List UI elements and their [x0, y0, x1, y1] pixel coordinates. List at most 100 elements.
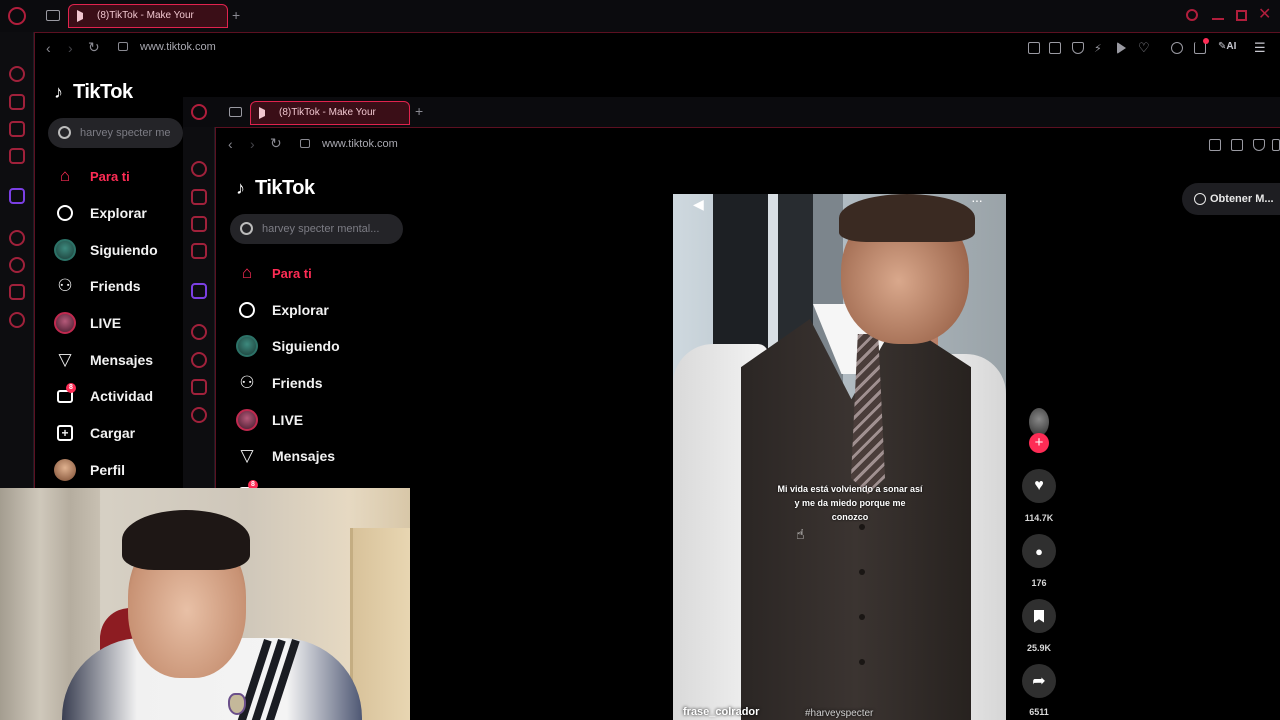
inner-shield-icon[interactable]	[1253, 139, 1265, 151]
search-icon	[58, 126, 71, 139]
nav-perfil-outer[interactable]: Perfil	[54, 457, 125, 483]
door	[350, 528, 410, 720]
video-author[interactable]: frase_colrador	[683, 706, 759, 718]
video-hashtag[interactable]: #harveyspecter	[805, 708, 873, 719]
inner-new-tab-icon[interactable]: +	[415, 103, 423, 119]
nav-siguiendo-inner[interactable]: Siguiendo	[236, 333, 340, 359]
nav-actividad-outer[interactable]: 8 Actividad	[54, 383, 153, 409]
vest-button	[859, 569, 865, 575]
inner-browser-menu-icon[interactable]	[191, 104, 207, 120]
inner-reload-icon[interactable]: ↻	[270, 135, 282, 152]
sidebar-history-icon[interactable]	[9, 66, 25, 82]
sidebar-messenger-icon[interactable]	[9, 121, 25, 137]
compass-icon	[54, 202, 76, 224]
easy-setup-icon[interactable]: ☰	[1254, 40, 1266, 56]
like-count: 114.7K	[1024, 513, 1054, 523]
cursor-hand-icon: ☝	[796, 526, 805, 542]
ai-button[interactable]: ✎AI	[1218, 41, 1236, 52]
nav-label: LIVE	[272, 412, 304, 428]
back-icon[interactable]: ‹	[46, 40, 51, 56]
shield-icon[interactable]	[1072, 42, 1084, 54]
inner-sidebar-bag-icon[interactable]	[191, 189, 207, 205]
browser-menu-icon[interactable]	[8, 7, 26, 25]
inner-forward-icon[interactable]: ›	[250, 136, 255, 152]
sidebar-settings-icon[interactable]	[9, 312, 25, 328]
share-button[interactable]: ➦	[1022, 664, 1056, 698]
tab-manager-icon[interactable]	[46, 10, 60, 21]
nav-explorar-outer[interactable]: Explorar	[54, 200, 147, 226]
save-button[interactable]	[1022, 599, 1056, 633]
search-input-inner[interactable]: harvey specter mental...	[230, 214, 403, 244]
sidebar-extensions-icon[interactable]	[9, 284, 25, 300]
heart-icon[interactable]: ♡	[1138, 40, 1150, 55]
outer-tab-tiktok[interactable]: (8)TikTok - Make Your	[68, 4, 228, 28]
nav-para-ti-outer[interactable]: ⌂ Para ti	[54, 163, 130, 189]
video-more-icon[interactable]: ···	[971, 194, 983, 208]
inner-sidebar-messenger-icon[interactable]	[191, 216, 207, 232]
search-query-outer: harvey specter me	[80, 127, 171, 139]
get-app-button[interactable]: Obtener M...	[1182, 183, 1280, 215]
vest-button	[859, 614, 865, 620]
sidebar-clock-icon[interactable]	[9, 257, 25, 273]
nav-live-inner[interactable]: LIVE	[236, 407, 303, 433]
inner-sidebar-extensions-icon[interactable]	[191, 379, 207, 395]
inner-sidebar-history-icon[interactable]	[191, 161, 207, 177]
inner-snapshot-icon[interactable]	[1231, 139, 1243, 151]
sidebar-twitch-icon[interactable]	[9, 188, 25, 204]
follow-plus-icon[interactable]: +	[1029, 433, 1049, 453]
sidebar-bag-icon[interactable]	[9, 94, 25, 110]
nav-cargar-outer[interactable]: + Cargar	[54, 420, 135, 446]
inner-speaker-icon[interactable]	[259, 107, 271, 119]
sidebar-media-icon[interactable]	[9, 148, 25, 164]
inner-back-icon[interactable]: ‹	[228, 136, 233, 152]
video-player[interactable]: ◀ ··· frase_colrador #harveyspecter	[673, 194, 1006, 720]
nav-live-outer[interactable]: LIVE	[54, 310, 121, 336]
inner-pin-icon[interactable]	[1209, 139, 1221, 151]
creator-avatar[interactable]	[1029, 408, 1049, 436]
nav-mensajes-outer[interactable]: ▽ Mensajes	[54, 347, 153, 373]
sidebar-player-icon[interactable]	[9, 230, 25, 246]
nav-friends-inner[interactable]: ⚇ Friends	[236, 370, 322, 396]
nav-para-ti-inner[interactable]: ⌂ Para ti	[236, 260, 312, 286]
upload-icon: +	[54, 422, 76, 444]
search-input-outer[interactable]: harvey specter me	[48, 118, 183, 148]
tiktok-logo-inner[interactable]: ♪ TikTok	[236, 177, 315, 200]
account-icon[interactable]	[1171, 42, 1183, 54]
inner-sidebar-media-icon[interactable]	[191, 243, 207, 259]
vpn-icon[interactable]: ⚡	[1094, 42, 1106, 55]
snapshot-icon[interactable]	[1049, 42, 1061, 54]
inner-sidebar-settings-icon[interactable]	[191, 407, 207, 423]
new-tab-icon[interactable]: +	[232, 7, 240, 23]
outer-tab-bar: (8)TikTok - Make Your + ✕	[0, 0, 1280, 32]
tiktok-logo-outer[interactable]: ♪ TikTok	[54, 81, 133, 104]
search-tabs-icon[interactable]	[1186, 9, 1198, 21]
nav-label: LIVE	[90, 315, 122, 331]
inner-url[interactable]: www.tiktok.com	[322, 138, 398, 150]
like-button[interactable]: ♥	[1022, 469, 1056, 503]
outer-url[interactable]: www.tiktok.com	[140, 41, 216, 53]
nav-label: Friends	[90, 278, 141, 294]
inner-sidebar-clock-icon[interactable]	[191, 352, 207, 368]
nav-mensajes-inner[interactable]: ▽ Mensajes	[236, 443, 335, 469]
maximize-icon[interactable]	[1236, 10, 1247, 21]
inner-vpn-icon[interactable]	[1272, 139, 1280, 151]
minimize-icon[interactable]	[1212, 18, 1224, 20]
get-app-label: Obtener M...	[1210, 193, 1274, 205]
video-mute-icon[interactable]: ◀	[693, 196, 704, 213]
inner-sidebar-twitch-icon[interactable]	[191, 283, 207, 299]
nav-siguiendo-outer[interactable]: Siguiendo	[54, 237, 158, 263]
player-icon[interactable]	[1117, 42, 1126, 54]
inner-sidebar-player-icon[interactable]	[191, 324, 207, 340]
speaker-icon[interactable]	[77, 10, 89, 22]
reload-icon[interactable]: ↻	[88, 39, 100, 56]
inner-tab-manager-icon[interactable]	[229, 107, 242, 117]
pin-icon[interactable]	[1028, 42, 1040, 54]
home-icon: ⌂	[59, 166, 71, 185]
comment-button[interactable]: ●	[1022, 534, 1056, 568]
home-icon: ⌂	[241, 263, 253, 282]
close-icon[interactable]: ✕	[1258, 4, 1271, 24]
nav-friends-outer[interactable]: ⚇ Friends	[54, 273, 141, 299]
nav-explorar-inner[interactable]: Explorar	[236, 297, 329, 323]
inner-tab-tiktok[interactable]: (8)TikTok - Make Your	[250, 101, 410, 125]
forward-icon[interactable]: ›	[68, 40, 73, 56]
